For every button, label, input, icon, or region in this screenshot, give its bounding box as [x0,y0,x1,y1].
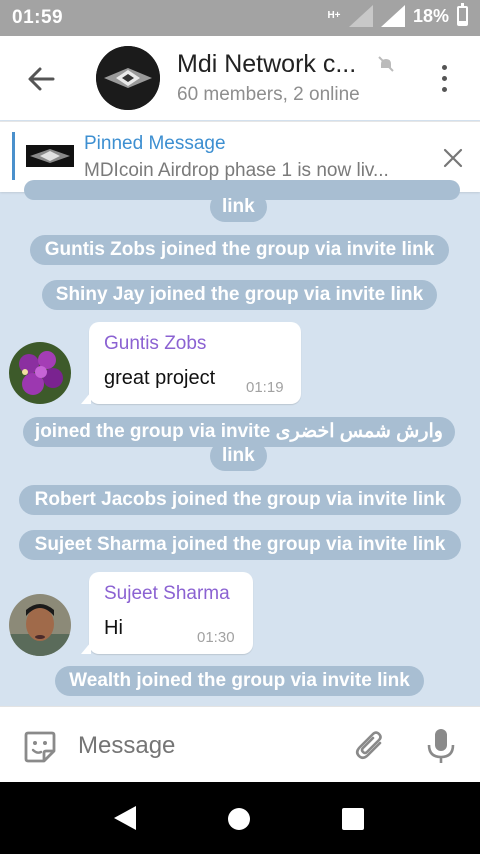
service-message: Shiny Jay joined the group via invite li… [42,280,437,310]
status-icons: H+ 18% [327,3,468,27]
message-input-bar [0,706,480,782]
muted-icon [378,56,394,72]
microphone-icon[interactable] [424,727,458,765]
message-time: 01:19 [246,379,284,396]
nav-back-icon[interactable] [112,804,138,832]
close-icon[interactable] [442,147,464,169]
chat-title[interactable]: Mdi Network c... [177,50,356,79]
service-message-continuation: link [210,441,267,471]
nav-home-icon[interactable] [228,808,250,830]
pinned-title: Pinned Message [84,133,226,154]
network-type-label: H+ [327,10,341,21]
back-arrow-icon[interactable] [26,64,56,94]
sender-name[interactable]: Sujeet Sharma [104,583,230,605]
system-navigation-bar [0,782,480,854]
members-status: 60 members, 2 online [177,84,360,105]
nav-recents-icon[interactable] [342,808,364,830]
sender-name[interactable]: Guntis Zobs [104,333,206,355]
status-bar: 01:59 H+ 18% [0,0,480,36]
status-time: 01:59 [12,7,64,28]
message-input[interactable] [78,729,338,763]
message-time: 01:30 [197,629,235,646]
service-message: Guntis Zobs joined the group via invite … [30,235,449,265]
group-avatar[interactable] [96,46,160,110]
service-message: Wealth joined the group via invite link [55,666,424,696]
chat-header: Mdi Network c... 60 members, 2 online [0,36,480,120]
sticker-icon[interactable] [22,729,58,765]
user-avatar-sujeet[interactable] [9,594,71,656]
message-bubble[interactable]: Sujeet Sharma Hi 01:30 [81,572,253,654]
signal-icon [380,5,405,27]
battery-percent: 18% [412,5,449,26]
attach-icon[interactable] [354,729,388,763]
more-menu-icon[interactable] [432,62,456,96]
signal-weak-icon [348,5,373,27]
message-bubble[interactable]: Guntis Zobs great project 01:19 [81,322,301,404]
service-message-tail: link [210,192,267,222]
pinned-accent-line [12,132,15,180]
pinned-thumbnail [26,145,74,167]
user-avatar-guntis[interactable] [9,342,71,404]
pinned-text: MDIcoin Airdrop phase 1 is now liv... [84,160,389,181]
service-message: Sujeet Sharma joined the group via invit… [19,530,461,560]
service-message: Robert Jacobs joined the group via invit… [19,485,461,515]
message-text: great project [104,367,216,389]
message-text: Hi [104,617,123,639]
battery-icon [457,3,468,26]
